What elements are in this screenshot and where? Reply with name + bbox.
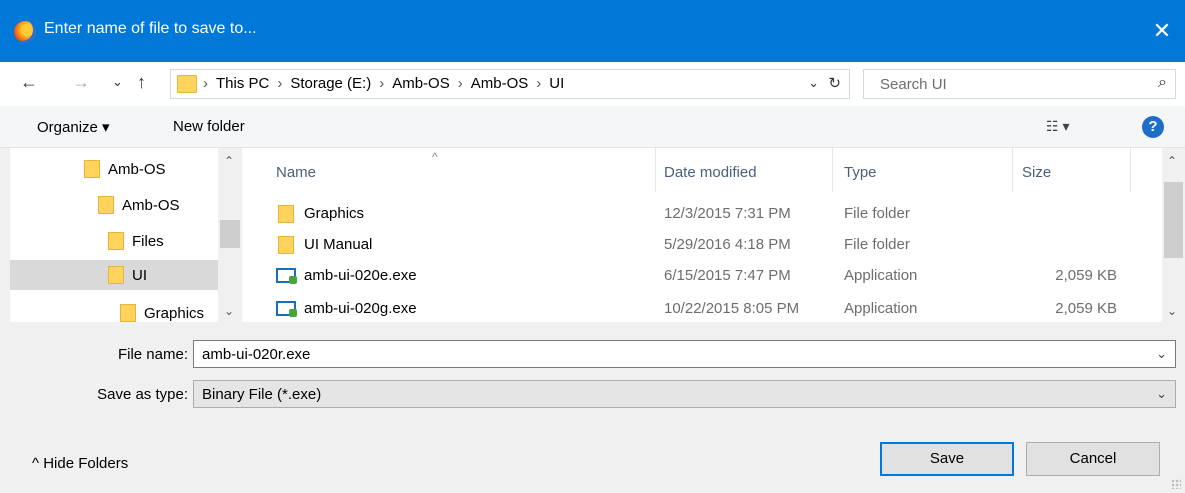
- firefox-icon: [14, 21, 36, 43]
- file-name-value: amb-ui-020r.exe: [202, 346, 311, 363]
- new-folder-button[interactable]: New folder: [173, 118, 245, 135]
- command-bar: Organize ▾ New folder ☷ ▾ ?: [0, 106, 1185, 148]
- nav-item-graphics[interactable]: Graphics: [120, 298, 204, 322]
- folder-icon: [98, 196, 114, 214]
- hide-folders-button[interactable]: ^ Hide Folders: [32, 455, 128, 472]
- file-list-scrollbar[interactable]: ⌃ ⌄: [1162, 148, 1185, 322]
- file-name: UI Manual: [304, 236, 373, 253]
- up-arrow-icon[interactable]: ↑: [137, 72, 146, 93]
- scroll-down-icon[interactable]: ⌄: [1167, 304, 1177, 318]
- file-type: Application: [844, 267, 918, 284]
- close-icon[interactable]: ✕: [1139, 0, 1185, 62]
- folder-icon: [177, 75, 197, 93]
- back-arrow-icon[interactable]: ←: [20, 72, 38, 93]
- file-name: Graphics: [304, 205, 365, 222]
- save-button[interactable]: Save: [880, 442, 1014, 476]
- application-icon: [276, 301, 297, 317]
- file-row[interactable]: amb-ui-020g.exe 10/22/2015 8:05 PM Appli…: [242, 297, 1162, 321]
- nav-item-ui[interactable]: UI: [10, 260, 218, 290]
- file-date: 12/3/2015 7:31 PM: [664, 205, 791, 222]
- file-type: Application: [844, 300, 918, 317]
- folder-icon: [108, 232, 124, 250]
- chevron-down-icon[interactable]: ⌄: [1156, 346, 1167, 362]
- folder-icon: [120, 304, 136, 322]
- nav-item-amb-os[interactable]: Amb-OS: [84, 154, 166, 184]
- file-name: amb-ui-020e.exe: [304, 267, 417, 284]
- crumb-amb-os-2[interactable]: Amb-OS: [471, 75, 529, 92]
- change-view-icon[interactable]: ☷ ▾: [1046, 118, 1069, 135]
- scroll-thumb[interactable]: [1164, 182, 1183, 258]
- column-header-name[interactable]: Name: [276, 164, 316, 181]
- file-name-field[interactable]: amb-ui-020r.exe ⌄: [193, 340, 1176, 368]
- folder-icon: [84, 160, 100, 178]
- nav-scrollbar[interactable]: ⌃ ⌄: [218, 148, 242, 322]
- crumb-ui[interactable]: UI: [549, 75, 564, 92]
- folder-icon: [278, 205, 294, 223]
- address-bar[interactable]: › This PC › Storage (E:) › Amb-OS › Amb-…: [170, 69, 850, 99]
- file-size: 2,059 KB: [1055, 300, 1117, 317]
- navigation-pane: Amb-OS Amb-OS Files UI Graphics: [10, 148, 242, 322]
- file-name: amb-ui-020g.exe: [304, 300, 417, 317]
- file-row[interactable]: amb-ui-020e.exe 6/15/2015 7:47 PM Applic…: [242, 264, 1162, 288]
- folder-icon: [108, 266, 124, 284]
- recent-locations-icon[interactable]: ⌄: [112, 74, 123, 90]
- scroll-thumb[interactable]: [220, 220, 240, 248]
- forward-arrow-icon[interactable]: →: [72, 72, 90, 93]
- file-list: ^ Name Date modified Type Size Graphics …: [242, 148, 1162, 322]
- crumb-storage[interactable]: Storage (E:): [290, 75, 371, 92]
- chevron-down-icon[interactable]: ⌄: [1156, 386, 1167, 402]
- file-size: 2,059 KB: [1055, 267, 1117, 284]
- address-dropdown-icon[interactable]: ⌄: [808, 75, 819, 91]
- application-icon: [276, 268, 297, 284]
- file-type: File folder: [844, 236, 910, 253]
- address-row: ← → ⌄ ↑ › This PC › Storage (E:) › Amb-O…: [0, 62, 1185, 106]
- column-header-date[interactable]: Date modified: [664, 164, 757, 181]
- window-title: Enter name of file to save to...: [44, 20, 257, 37]
- file-date: 10/22/2015 8:05 PM: [664, 300, 800, 317]
- file-date: 6/15/2015 7:47 PM: [664, 267, 791, 284]
- scroll-up-icon[interactable]: ⌃: [1167, 154, 1177, 168]
- save-as-type-label: Save as type:: [97, 386, 188, 403]
- scroll-up-icon[interactable]: ⌃: [224, 154, 234, 168]
- help-icon[interactable]: ?: [1142, 116, 1164, 138]
- search-icon[interactable]: ⌕: [1158, 74, 1167, 92]
- title-bar: Enter name of file to save to... ✕: [0, 0, 1185, 62]
- organize-button[interactable]: Organize ▾: [37, 118, 110, 136]
- folder-icon: [278, 236, 294, 254]
- file-type: File folder: [844, 205, 910, 222]
- file-date: 5/29/2016 4:18 PM: [664, 236, 791, 253]
- resize-grip-icon[interactable]: [1171, 479, 1181, 489]
- scroll-down-icon[interactable]: ⌄: [224, 304, 234, 318]
- breadcrumb: › This PC › Storage (E:) › Amb-OS › Amb-…: [203, 75, 565, 92]
- column-header-size[interactable]: Size: [1022, 164, 1051, 181]
- refresh-icon[interactable]: ↻: [828, 74, 841, 92]
- file-row[interactable]: Graphics 12/3/2015 7:31 PM File folder: [242, 202, 1162, 226]
- save-as-type-select[interactable]: Binary File (*.exe) ⌄: [193, 380, 1176, 408]
- nav-item-files[interactable]: Files: [108, 226, 164, 256]
- column-header-type[interactable]: Type: [844, 164, 877, 181]
- file-row[interactable]: UI Manual 5/29/2016 4:18 PM File folder: [242, 233, 1162, 257]
- sort-ascending-icon: ^: [432, 150, 438, 164]
- cancel-button[interactable]: Cancel: [1026, 442, 1160, 476]
- search-input[interactable]: Search UI ⌕: [863, 69, 1176, 99]
- nav-item-amb-os-2[interactable]: Amb-OS: [98, 190, 180, 220]
- crumb-amb-os[interactable]: Amb-OS: [392, 75, 450, 92]
- file-name-label: File name:: [117, 346, 188, 363]
- search-placeholder: Search UI: [880, 76, 947, 93]
- save-as-type-value: Binary File (*.exe): [202, 386, 322, 403]
- crumb-this-pc[interactable]: This PC: [216, 75, 269, 92]
